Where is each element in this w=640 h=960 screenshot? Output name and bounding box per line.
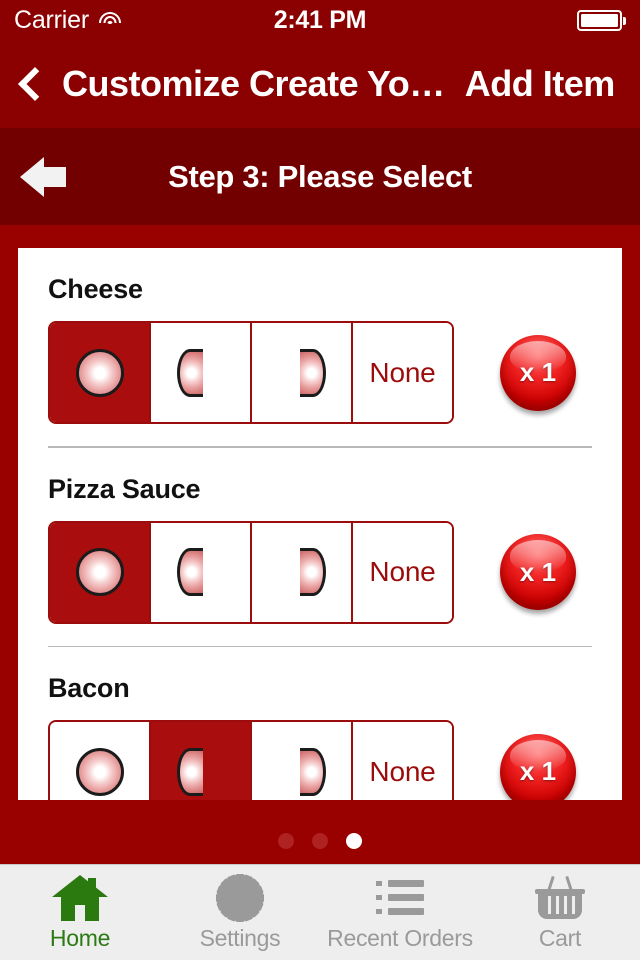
chevron-left-icon [18, 67, 52, 101]
full-circle-icon [75, 548, 124, 596]
gear-icon [216, 874, 264, 922]
list-icon [376, 874, 424, 922]
options-card: Cheese None x 1 Pizza Sauce None x 1 Bacon None… [18, 248, 622, 800]
page-dot[interactable] [278, 833, 294, 849]
portion-option-whole[interactable] [50, 522, 151, 622]
portion-option-left-half[interactable] [151, 722, 252, 800]
portion-option-none[interactable]: None [353, 522, 452, 622]
portion-option-right-half[interactable] [252, 722, 353, 800]
half-circle-left-icon [176, 348, 225, 397]
step-title: Step 3: Please Select [168, 158, 472, 194]
page-dot[interactable] [346, 833, 362, 849]
portion-none-label: None [369, 356, 436, 388]
page-dot[interactable] [312, 833, 328, 849]
tab-cart-label: Cart [538, 925, 582, 951]
quantity-button[interactable]: x 1 [500, 733, 576, 800]
option-row: Bacon None x 1 [18, 647, 622, 800]
half-circle-left-icon [176, 548, 225, 596]
full-circle-icon [75, 747, 124, 796]
option-row: Cheese None x 1 [18, 248, 622, 448]
house-icon [52, 874, 108, 922]
portion-segmented-control: None [48, 520, 454, 624]
half-circle-left-icon [176, 747, 225, 796]
tab-recent-orders[interactable]: Recent Orders [320, 865, 480, 960]
page-indicator [0, 833, 640, 849]
half-circle-right-icon [278, 348, 326, 397]
half-circle-right-icon [278, 548, 326, 596]
portion-segmented-control: None [48, 321, 454, 424]
portion-none-label: None [369, 556, 436, 587]
portion-option-right-half[interactable] [252, 323, 353, 422]
arrow-left-icon [20, 156, 66, 197]
quantity-button[interactable]: x 1 [500, 534, 576, 610]
battery-icon [576, 10, 626, 31]
quantity-label: x 1 [519, 556, 557, 587]
tab-settings[interactable]: Settings [160, 865, 320, 960]
portion-option-whole[interactable] [50, 323, 151, 422]
quantity-label: x 1 [519, 357, 557, 387]
navigation-bar: Customize Create Yo… Add Item [0, 40, 640, 128]
status-bar-clock: 2:41 PM [273, 5, 367, 34]
option-controls: None x 1 [48, 321, 592, 424]
step-back-button[interactable] [0, 128, 86, 225]
portion-option-left-half[interactable] [151, 323, 252, 422]
quantity-button[interactable]: x 1 [500, 334, 576, 411]
option-row: Pizza Sauce None x 1 [18, 448, 622, 647]
tab-recent-orders-label: Recent Orders [327, 925, 473, 951]
option-name: Bacon [48, 673, 130, 703]
half-circle-right-icon [278, 747, 326, 796]
portion-option-whole[interactable] [50, 722, 151, 800]
full-circle-icon [75, 348, 124, 397]
page-title: Customize Create Yo… [62, 63, 445, 104]
portion-option-none[interactable]: None [353, 722, 452, 800]
tab-bar: Home Settings Recent Orders Cart [0, 864, 640, 960]
portion-option-right-half[interactable] [252, 522, 353, 622]
quantity-label: x 1 [519, 756, 557, 786]
option-name: Cheese [48, 274, 143, 304]
tab-home-label: Home [49, 925, 111, 951]
option-controls: None x 1 [48, 520, 592, 624]
nav-back-button[interactable] [0, 40, 62, 128]
app-screen: Carrier 2:41 PM Customize Create Yo… Add… [0, 0, 640, 960]
option-controls: None x 1 [48, 720, 592, 800]
status-bar: Carrier 2:41 PM [0, 0, 640, 40]
step-header: Step 3: Please Select [0, 128, 640, 225]
portion-none-label: None [369, 755, 436, 787]
add-item-button[interactable]: Add Item [465, 63, 616, 105]
tab-cart[interactable]: Cart [480, 865, 640, 960]
portion-segmented-control: None [48, 720, 454, 800]
shopping-basket-icon [535, 874, 585, 922]
portion-option-left-half[interactable] [151, 522, 252, 622]
tab-settings-label: Settings [199, 925, 281, 951]
option-name: Pizza Sauce [48, 473, 201, 504]
portion-option-none[interactable]: None [353, 323, 452, 422]
tab-home[interactable]: Home [0, 865, 160, 960]
